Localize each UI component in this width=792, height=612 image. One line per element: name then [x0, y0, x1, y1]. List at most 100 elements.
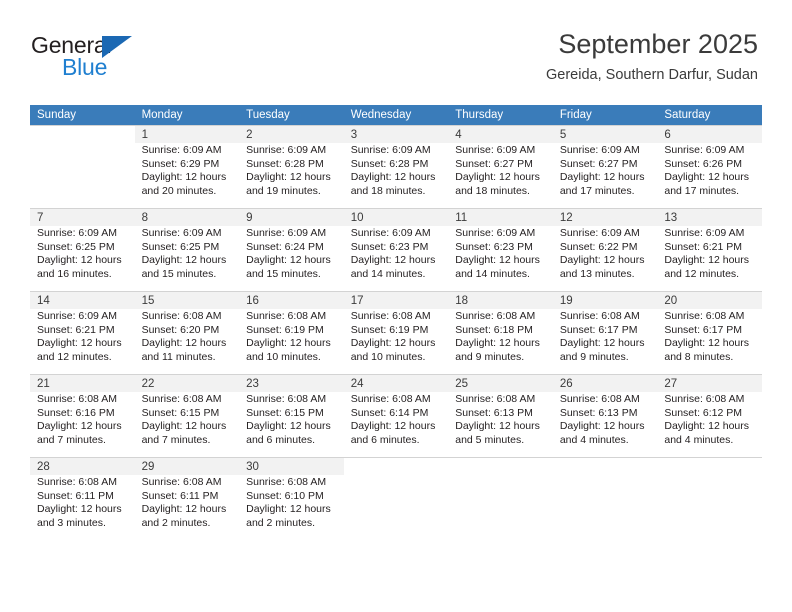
daylight-text-line1: Daylight: 12 hours [37, 503, 122, 516]
daylight-text-line1: Daylight: 12 hours [664, 254, 750, 267]
daylight-text-line2: and 9 minutes. [559, 350, 629, 363]
day-number: 15 [141, 295, 155, 307]
sunset-text: Sunset: 6:13 PM [455, 406, 533, 419]
day-number: 8 [141, 212, 148, 224]
day-cell-inner: 7 Sunrise: 6:09 AM Sunset: 6:25 PM Daylight… [30, 208, 135, 291]
calendar-day-cell[interactable]: 8 Sunrise: 6:09 AM Sunset: 6:25 PM Daylight… [134, 208, 240, 291]
sunset-text: Sunset: 6:23 PM [455, 240, 533, 253]
sunrise-text: Sunrise: 6:08 AM [37, 476, 117, 488]
day-cell-inner: 15 Sunrise: 6:08 AM Sunset: 6:20 PM Dayligh… [134, 291, 240, 374]
day-cell-inner: 18 Sunrise: 6:08 AM Sunset: 6:18 PM Dayligh… [448, 291, 553, 374]
day-details: Sunrise: 6:08 AM Sunset: 6:17 PM Daylight:… [553, 309, 658, 364]
calendar-day-cell[interactable]: 4 Sunrise: 6:09 AM Sunset: 6:27 PM Daylight… [448, 125, 553, 208]
calendar-body: 1 Sunrise: 6:09 AM Sunset: 6:29 PM Daylight… [30, 125, 762, 540]
calendar-day-cell[interactable]: 3 Sunrise: 6:09 AM Sunset: 6:28 PM Daylight… [343, 125, 449, 208]
day-cell-inner [30, 125, 135, 208]
calendar-week-row: 7 Sunrise: 6:09 AM Sunset: 6:25 PM Daylight… [30, 208, 762, 291]
sunset-text: Sunset: 6:17 PM [664, 323, 743, 336]
day-cell-inner [343, 457, 449, 540]
day-cell-inner: 19 Sunrise: 6:08 AM Sunset: 6:17 PM Dayligh… [552, 291, 658, 374]
day-cell-inner: 28 Sunrise: 6:08 AM Sunset: 6:11 PM Dayligh… [30, 457, 135, 540]
calendar-day-cell[interactable]: 27 Sunrise: 6:08 AM Sunset: 6:12 PM Dayligh… [657, 374, 762, 457]
day-details: Sunrise: 6:09 AM Sunset: 6:21 PM Daylight:… [657, 226, 762, 281]
calendar-day-cell[interactable]: 7 Sunrise: 6:09 AM Sunset: 6:25 PM Daylight… [30, 208, 135, 291]
daylight-text-line1: Daylight: 12 hours [559, 254, 645, 267]
calendar-day-cell[interactable]: 13 Sunrise: 6:09 AM Sunset: 6:21 PM Dayligh… [657, 208, 762, 291]
daylight-text-line2: and 14 minutes. [455, 267, 530, 280]
sunrise-text: Sunrise: 6:08 AM [559, 310, 640, 322]
calendar-day-cell[interactable]: 5 Sunrise: 6:09 AM Sunset: 6:27 PM Daylight… [552, 125, 658, 208]
calendar-day-cell[interactable]: 20 Sunrise: 6:08 AM Sunset: 6:17 PM Dayligh… [657, 291, 762, 374]
calendar-day-cell[interactable]: 25 Sunrise: 6:08 AM Sunset: 6:13 PM Dayligh… [448, 374, 553, 457]
calendar-day-cell[interactable]: 30 Sunrise: 6:08 AM Sunset: 6:10 PM Dayligh… [239, 457, 344, 540]
daylight-text-line1: Daylight: 12 hours [455, 254, 540, 267]
daylight-text-line1: Daylight: 12 hours [664, 420, 750, 433]
day-details: Sunrise: 6:09 AM Sunset: 6:23 PM Daylight:… [344, 226, 449, 281]
calendar-day-cell[interactable]: 22 Sunrise: 6:08 AM Sunset: 6:15 PM Dayligh… [134, 374, 240, 457]
sunset-text: Sunset: 6:11 PM [37, 489, 114, 502]
day-cell-inner: 2 Sunrise: 6:09 AM Sunset: 6:28 PM Daylight… [239, 125, 344, 208]
calendar-day-cell[interactable]: 18 Sunrise: 6:08 AM Sunset: 6:18 PM Dayligh… [448, 291, 553, 374]
day-number [344, 458, 449, 475]
calendar-day-cell[interactable]: 23 Sunrise: 6:08 AM Sunset: 6:15 PM Dayligh… [239, 374, 344, 457]
day-cell-inner: 26 Sunrise: 6:08 AM Sunset: 6:13 PM Dayligh… [552, 374, 658, 457]
sunset-text: Sunset: 6:22 PM [559, 240, 638, 253]
daylight-text-line1: Daylight: 12 hours [246, 337, 331, 350]
sunset-text: Sunset: 6:12 PM [664, 406, 743, 419]
sunrise-text: Sunrise: 6:08 AM [246, 393, 327, 405]
sunset-text: Sunset: 6:18 PM [455, 323, 533, 336]
daylight-text-line1: Daylight: 12 hours [246, 503, 331, 516]
calendar-day-cell[interactable]: 10 Sunrise: 6:09 AM Sunset: 6:23 PM Dayligh… [343, 208, 449, 291]
day-number: 12 [559, 212, 573, 224]
sunrise-text: Sunrise: 6:08 AM [559, 393, 640, 405]
day-cell-inner: 22 Sunrise: 6:08 AM Sunset: 6:15 PM Dayligh… [134, 374, 240, 457]
daylight-text-line2: and 18 minutes. [455, 184, 530, 197]
calendar-day-cell[interactable]: 21 Sunrise: 6:08 AM Sunset: 6:16 PM Dayligh… [30, 374, 135, 457]
day-details: Sunrise: 6:08 AM Sunset: 6:10 PM Daylight:… [239, 475, 344, 530]
day-details: Sunrise: 6:09 AM Sunset: 6:29 PM Daylight:… [135, 143, 240, 198]
page-subtitle: Gereida, Southern Darfur, Sudan [546, 67, 758, 83]
calendar-day-cell[interactable]: 9 Sunrise: 6:09 AM Sunset: 6:24 PM Daylight… [239, 208, 344, 291]
daylight-text-line1: Daylight: 12 hours [350, 171, 436, 184]
daylight-text-line1: Daylight: 12 hours [37, 420, 122, 433]
calendar-day-cell[interactable]: 24 Sunrise: 6:08 AM Sunset: 6:14 PM Dayligh… [343, 374, 449, 457]
calendar-day-cell[interactable]: 19 Sunrise: 6:08 AM Sunset: 6:17 PM Dayligh… [552, 291, 658, 374]
calendar-week-row: 21 Sunrise: 6:08 AM Sunset: 6:16 PM Dayligh… [30, 374, 762, 457]
day-number: 6 [664, 129, 671, 141]
daylight-text-line1: Daylight: 12 hours [455, 420, 540, 433]
calendar-day-cell[interactable]: 28 Sunrise: 6:08 AM Sunset: 6:11 PM Dayligh… [30, 457, 135, 540]
calendar-day-cell[interactable]: 1 Sunrise: 6:09 AM Sunset: 6:29 PM Daylight… [134, 125, 240, 208]
calendar-week-row: 28 Sunrise: 6:08 AM Sunset: 6:11 PM Dayligh… [30, 457, 762, 540]
calendar-day-cell[interactable]: 11 Sunrise: 6:09 AM Sunset: 6:23 PM Dayligh… [448, 208, 553, 291]
day-number: 24 [350, 378, 364, 390]
daylight-text-line1: Daylight: 12 hours [350, 337, 436, 350]
calendar-day-cell[interactable]: 26 Sunrise: 6:08 AM Sunset: 6:13 PM Dayligh… [552, 374, 658, 457]
weekday-header-row: Sunday Monday Tuesday Wednesday Thursday… [30, 105, 762, 125]
calendar-day-cell[interactable]: 29 Sunrise: 6:08 AM Sunset: 6:11 PM Dayligh… [134, 457, 240, 540]
day-cell-inner: 30 Sunrise: 6:08 AM Sunset: 6:10 PM Dayligh… [239, 457, 344, 540]
day-cell-inner [448, 457, 553, 540]
sunrise-text: Sunrise: 6:08 AM [141, 476, 222, 488]
weekday-header-tuesday: Tuesday [239, 105, 344, 125]
day-details: Sunrise: 6:09 AM Sunset: 6:25 PM Daylight:… [135, 226, 240, 281]
calendar-day-cell[interactable]: 16 Sunrise: 6:08 AM Sunset: 6:19 PM Dayligh… [239, 291, 344, 374]
sunrise-text: Sunrise: 6:09 AM [141, 227, 222, 239]
calendar-day-cell[interactable]: 6 Sunrise: 6:09 AM Sunset: 6:26 PM Daylight… [657, 125, 762, 208]
calendar-day-cell[interactable]: 17 Sunrise: 6:08 AM Sunset: 6:19 PM Dayligh… [343, 291, 449, 374]
day-number: 4 [455, 129, 462, 141]
daylight-text-line1: Daylight: 12 hours [141, 254, 227, 267]
sunrise-sunset-calendar: Sunday Monday Tuesday Wednesday Thursday… [30, 105, 762, 540]
daylight-text-line2: and 10 minutes. [350, 350, 426, 363]
calendar-day-cell[interactable]: 12 Sunrise: 6:09 AM Sunset: 6:22 PM Dayligh… [552, 208, 658, 291]
day-number: 14 [37, 295, 50, 307]
sunrise-text: Sunrise: 6:08 AM [350, 310, 431, 322]
calendar-day-cell[interactable]: 14 Sunrise: 6:09 AM Sunset: 6:21 PM Dayligh… [30, 291, 135, 374]
calendar-day-cell[interactable]: 15 Sunrise: 6:08 AM Sunset: 6:20 PM Dayligh… [134, 291, 240, 374]
weekday-header-saturday: Saturday [657, 105, 762, 125]
daylight-text-line2: and 11 minutes. [141, 350, 216, 363]
day-cell-inner: 6 Sunrise: 6:09 AM Sunset: 6:26 PM Daylight… [657, 125, 762, 208]
calendar-empty-cell [657, 457, 762, 540]
calendar-day-cell[interactable]: 2 Sunrise: 6:09 AM Sunset: 6:28 PM Daylight… [239, 125, 344, 208]
daylight-text-line1: Daylight: 12 hours [664, 337, 750, 350]
sunrise-text: Sunrise: 6:09 AM [246, 144, 327, 156]
